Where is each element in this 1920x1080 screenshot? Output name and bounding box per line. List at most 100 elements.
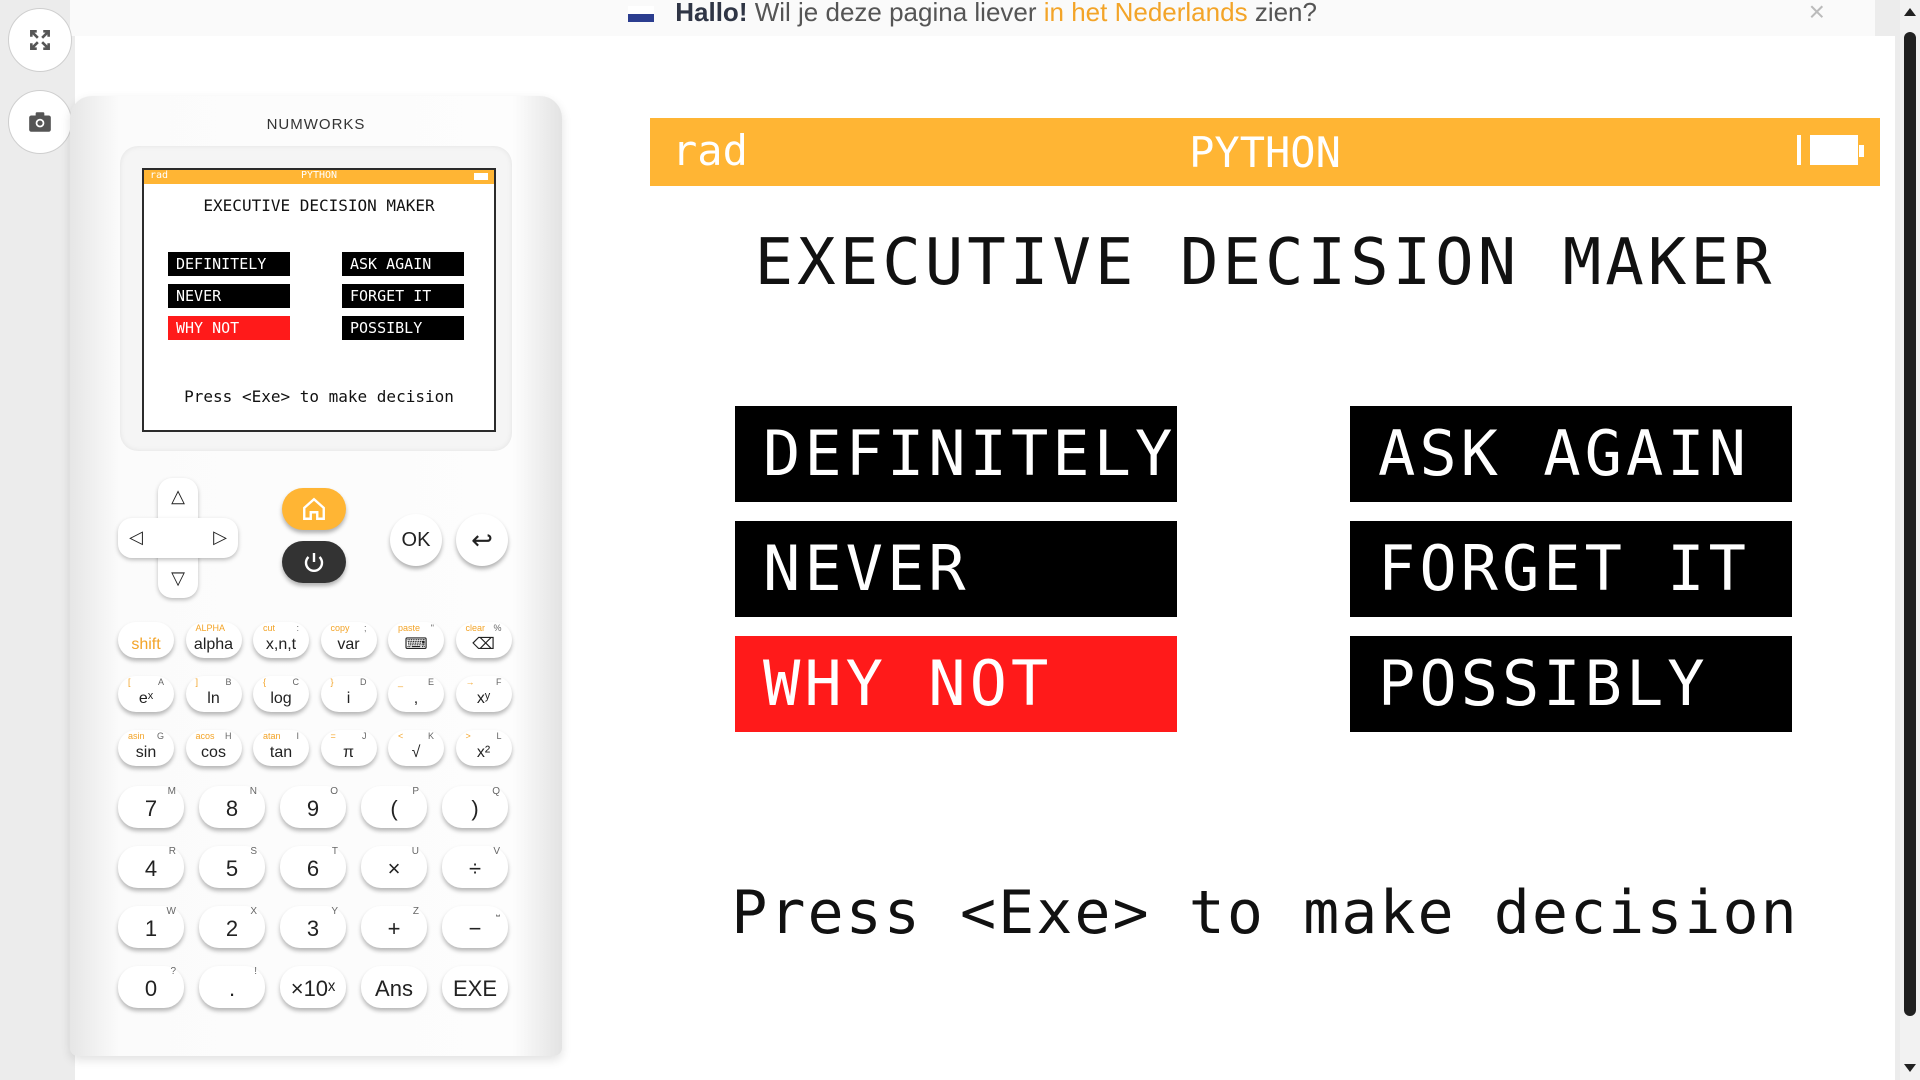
key-label-tr: ;: [363, 623, 367, 633]
key-2-3[interactable]: = Jπ: [320, 730, 377, 766]
key-0-0[interactable]: shift: [118, 622, 174, 658]
key-label-tl: cut: [263, 623, 276, 633]
key-6-0[interactable]: ? 0: [118, 966, 184, 1008]
key-1-3[interactable]: } Di: [320, 676, 377, 712]
mini-title: EXECUTIVE DECISION MAKER: [203, 196, 435, 215]
key-3-2[interactable]: O9: [280, 786, 346, 828]
key-0-3[interactable]: copy; var: [320, 622, 377, 658]
key-label-tl: →: [465, 677, 475, 687]
key-0-5[interactable]: clear% ⌫: [455, 622, 512, 658]
key-5-0[interactable]: W1: [118, 906, 184, 948]
scrollbar-thumb[interactable]: [1904, 32, 1916, 1016]
key-label-main: +: [387, 916, 401, 941]
key-label-main: sin: [135, 744, 157, 761]
key-label-main: −: [468, 916, 482, 941]
mini-app-name: PYTHON: [300, 170, 338, 181]
brand-logo: NUMWORKS: [266, 116, 366, 133]
key-label-tr: E: [427, 677, 434, 687]
key-label-main: 4: [144, 856, 158, 881]
left-arrow-button[interactable]: ◁: [126, 527, 146, 548]
key-label-main: alpha: [193, 636, 234, 653]
key-label-main: 0: [144, 976, 158, 1001]
ok-button[interactable]: OK: [390, 514, 442, 566]
key-0-2[interactable]: cut: x,n,t: [253, 622, 309, 658]
key-label-main: ln: [207, 690, 220, 707]
key-1-5[interactable]: → Fxʸ: [455, 676, 512, 712]
instruction-prompt: Press <Exe> to make decision: [731, 878, 1799, 948]
mini-option: DEFINITELY: [168, 252, 290, 276]
key-label-main: 5: [225, 856, 239, 881]
key-1-2[interactable]: {Clog: [253, 676, 309, 712]
key-4-4[interactable]: V ÷: [442, 846, 508, 888]
key-label-main: ): [471, 796, 479, 821]
key-label-main: ×: [387, 856, 401, 881]
key-0-1[interactable]: ALPHA alpha: [185, 622, 242, 658]
key-label-main: eˣ: [138, 690, 154, 707]
key-3-4[interactable]: Q): [442, 786, 508, 828]
home-button[interactable]: [282, 488, 346, 530]
key-4-0[interactable]: R4: [118, 846, 184, 888]
key-2-1[interactable]: acos Hcos: [185, 730, 242, 766]
app-name: PYTHON: [1189, 128, 1341, 177]
banner-language-link[interactable]: in het Nederlands: [1044, 0, 1248, 27]
key-2-5[interactable]: > Lx²: [455, 730, 512, 766]
key-5-4[interactable]: ⎵ −: [442, 906, 508, 948]
key-label-tl: ]: [195, 677, 199, 687]
key-1-0[interactable]: [Aeˣ: [118, 676, 174, 712]
mini-option: ASK AGAIN: [342, 252, 464, 276]
key-3-0[interactable]: M7: [118, 786, 184, 828]
key-label-tr: B: [225, 677, 232, 687]
key-label-tl: ALPHA: [195, 623, 226, 633]
page-title: EXECUTIVE DECISION MAKER: [754, 226, 1776, 300]
direction-pad[interactable]: △ ▽ ◁ ▷: [118, 478, 238, 598]
fullscreen-button[interactable]: [8, 8, 72, 72]
down-arrow-button[interactable]: ▽: [168, 568, 188, 589]
key-label-main: 7: [144, 796, 158, 821]
up-arrow-button[interactable]: △: [168, 486, 188, 507]
key-1-4[interactable]: _ E,: [388, 676, 444, 712]
key-2-2[interactable]: atan Itan: [253, 730, 309, 766]
key-5-2[interactable]: Y3: [280, 906, 346, 948]
key-3-1[interactable]: N8: [199, 786, 265, 828]
page-scrollbar[interactable]: [1900, 0, 1920, 1080]
key-6-4[interactable]: EXE: [442, 966, 508, 1008]
mini-option: WHY NOT: [168, 316, 290, 340]
close-icon[interactable]: ×: [1809, 0, 1825, 28]
key-label-tr: I: [296, 731, 299, 741]
back-button[interactable]: ↩: [456, 514, 508, 566]
key-label-tl: acos: [195, 731, 215, 741]
key-1-1[interactable]: ] Bln: [185, 676, 242, 712]
key-6-1[interactable]: !.: [199, 966, 265, 1008]
right-arrow-button[interactable]: ▷: [210, 527, 230, 548]
key-label-main: 6: [306, 856, 320, 881]
screenshot-button[interactable]: [8, 90, 72, 154]
power-button[interactable]: [282, 541, 346, 583]
key-0-4[interactable]: paste " ⌨: [388, 622, 444, 658]
calculator-mini-screen: rad PYTHON EXECUTIVE DECISION MAKER DEFI…: [142, 168, 496, 432]
language-banner: Hallo! Wil je deze pagina liever in het …: [70, 0, 1875, 36]
key-label-tr: L: [496, 731, 502, 741]
battery-icon: [1810, 135, 1864, 165]
key-label-main: var: [337, 636, 360, 653]
key-label-main: shift: [131, 636, 161, 653]
key-label-main: .: [228, 976, 236, 1001]
key-5-1[interactable]: X2: [199, 906, 265, 948]
key-6-3[interactable]: Ans: [361, 966, 427, 1008]
key-4-3[interactable]: U ×: [361, 846, 427, 888]
scroll-up-icon[interactable]: [1904, 8, 1916, 16]
key-2-0[interactable]: asin Gsin: [118, 730, 174, 766]
dutch-flag-icon: [628, 6, 655, 23]
key-label-tl: <: [398, 731, 404, 741]
key-4-2[interactable]: T6: [280, 846, 346, 888]
key-4-1[interactable]: S5: [199, 846, 265, 888]
key-label-main: 9: [306, 796, 320, 821]
scroll-down-icon[interactable]: [1904, 1064, 1916, 1072]
mini-prompt: Press <Exe> to make decision: [184, 387, 454, 406]
key-label-tr: C: [292, 677, 300, 687]
key-label-tl: >: [465, 731, 471, 741]
key-3-3[interactable]: P(: [361, 786, 427, 828]
key-label-main: (: [390, 796, 398, 821]
key-2-4[interactable]: < K √: [388, 730, 444, 766]
key-6-2[interactable]: ×10ˣ: [280, 966, 346, 1008]
key-5-3[interactable]: Z +: [361, 906, 427, 948]
